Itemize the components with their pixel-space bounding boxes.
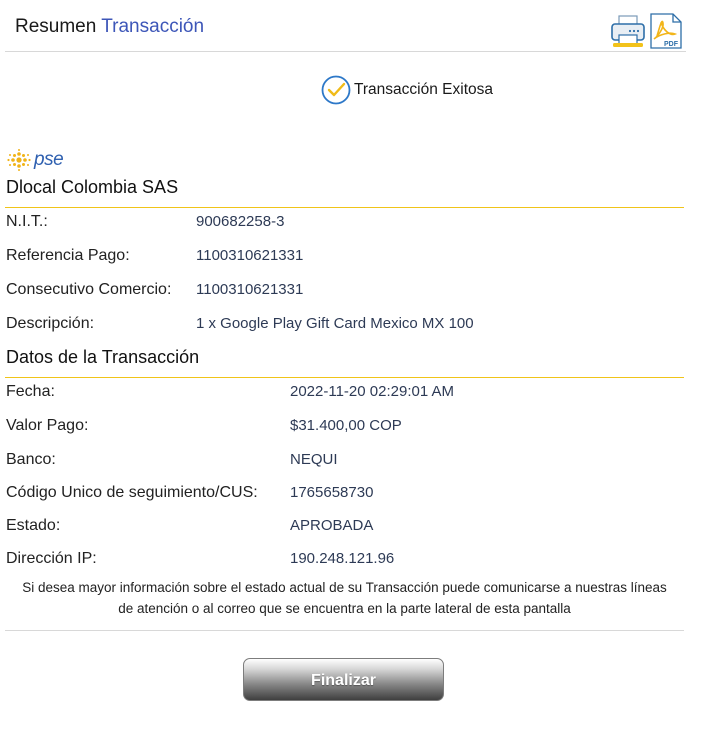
check-circle-icon (321, 75, 351, 105)
row-value: NEQUI (290, 451, 338, 468)
transaction-heading: Datos de la Transacción (6, 347, 200, 367)
page-title: Resumen Transacción (15, 16, 204, 38)
row-value: $31.400,00 COP (290, 417, 402, 434)
row-label: Código Unico de seguimiento/CUS: (6, 484, 258, 501)
pse-logo-text: pse (34, 149, 64, 170)
row-value: 1100310621331 (196, 281, 304, 298)
status-banner: Transacción Exitosa (321, 75, 493, 105)
row-label: Referencia Pago: (6, 247, 130, 264)
title-part-1: Resumen (15, 16, 97, 37)
info-note-line-2: de atención o al correo que se encuentra… (118, 601, 571, 616)
printer-icon[interactable] (610, 14, 646, 48)
row-value: 1 x Google Play Gift Card Mexico MX 100 (196, 315, 474, 332)
row-label: Consecutivo Comercio: (6, 281, 172, 298)
row-value: 1100310621331 (196, 247, 304, 264)
row-label: Banco: (6, 451, 56, 468)
pdf-icon[interactable]: PDF (648, 12, 684, 50)
row-value: 2022-11-20 02:29:01 AM (290, 383, 455, 400)
merchant-name: Dlocal Colombia SAS (6, 177, 179, 197)
pse-dots-icon (7, 149, 31, 171)
row-value: APROBADA (290, 517, 374, 534)
status-text: Transacción Exitosa (354, 81, 493, 98)
row-label: Valor Pago: (6, 417, 89, 434)
row-label: N.I.T.: (6, 213, 48, 230)
merchant-divider (5, 207, 684, 208)
footer-divider (5, 630, 684, 631)
title-part-2: Transacción (101, 16, 205, 37)
row-label: Descripción: (6, 315, 95, 332)
row-value: 900682258-3 (196, 213, 285, 230)
row-label: Fecha: (6, 383, 55, 400)
info-note-line-1: Si desea mayor información sobre el esta… (22, 580, 667, 595)
header-divider (5, 51, 686, 52)
row-value: 1765658730 (290, 484, 374, 501)
transaction-divider (5, 377, 684, 378)
row-value: 190.248.121.96 (290, 550, 395, 567)
row-label: Estado: (6, 517, 61, 534)
info-note: Si desea mayor información sobre el esta… (5, 577, 684, 619)
pdf-icon-label: PDF (664, 41, 679, 48)
page-header: Resumen Transacción PDF (0, 0, 701, 52)
pse-logo: pse (6, 147, 64, 173)
finalizar-button[interactable]: Finalizar (243, 658, 444, 701)
row-label: Dirección IP: (6, 550, 97, 567)
